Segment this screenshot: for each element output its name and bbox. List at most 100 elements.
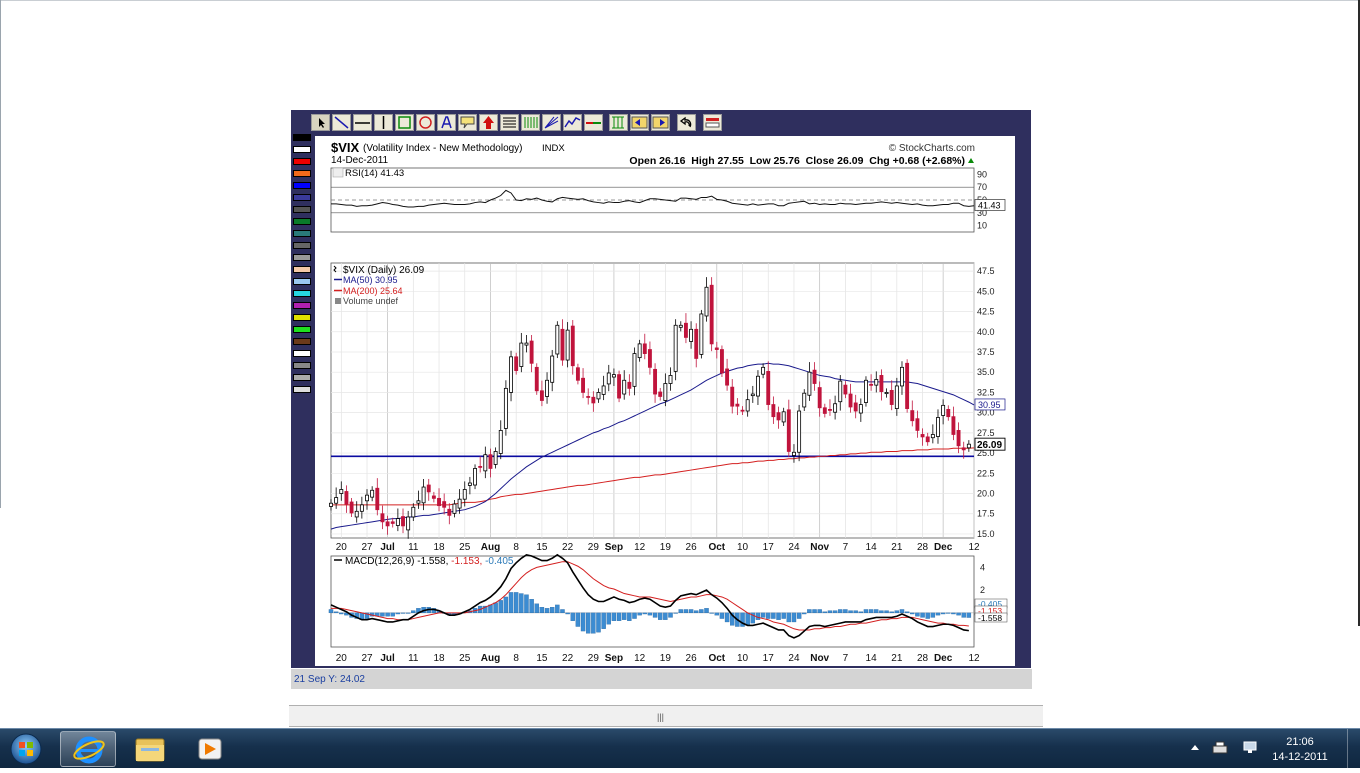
macd-histogram-bar	[858, 611, 864, 614]
macd-histogram-bar	[606, 612, 611, 625]
text-tool-button[interactable]	[437, 114, 456, 131]
palette-swatch[interactable]	[293, 254, 311, 261]
arrow-tool-button[interactable]	[479, 114, 498, 131]
palette-swatch[interactable]	[293, 302, 311, 309]
candlestick	[359, 496, 364, 519]
show-hidden-icons-icon[interactable]	[1190, 740, 1200, 756]
network-icon[interactable]	[1241, 740, 1259, 756]
system-clock[interactable]: 21:06 14-12-2011	[1268, 735, 1332, 765]
rectangle-tool-button[interactable]	[395, 114, 414, 131]
show-desktop-button[interactable]	[1347, 729, 1360, 769]
macd-histogram-bar	[580, 612, 586, 632]
palette-swatch[interactable]	[293, 338, 311, 345]
cycle-lines-button[interactable]	[521, 114, 540, 131]
palette-swatch[interactable]	[293, 314, 311, 321]
move-right-button[interactable]	[651, 114, 670, 131]
macd-line	[330, 553, 969, 639]
candlestick	[786, 399, 791, 458]
macd-histogram-bar	[714, 612, 720, 616]
move-left-button[interactable]	[630, 114, 649, 131]
candlestick	[884, 388, 889, 398]
macd-histogram-bar	[632, 612, 637, 619]
undo-button[interactable]	[677, 114, 696, 131]
macd-x-label: 14	[866, 653, 878, 664]
macd-histogram-bar	[328, 609, 334, 614]
macd-x-label: Dec	[934, 653, 953, 664]
palette-swatch[interactable]	[293, 158, 311, 165]
price-x-label: 27	[361, 542, 373, 553]
line-tool-button[interactable]	[332, 114, 351, 131]
macd-histogram-bar	[827, 610, 833, 614]
macd-histogram-bar	[848, 610, 853, 614]
candlestick	[817, 381, 822, 417]
macd-histogram-bar	[503, 596, 509, 614]
resize-grip-icon[interactable]: |||	[657, 712, 664, 722]
palette-swatch[interactable]	[293, 374, 311, 381]
candlestick	[622, 370, 627, 400]
palette-swatch[interactable]	[293, 266, 311, 273]
macd-histogram-bar	[678, 609, 683, 614]
candlestick	[792, 444, 796, 463]
start-button[interactable]	[6, 731, 46, 767]
printer-icon[interactable]	[1211, 740, 1229, 756]
macd-histogram-bar	[940, 612, 946, 615]
macd-histogram-bar	[915, 612, 920, 617]
price-line-button[interactable]	[584, 114, 603, 131]
candlestick	[833, 395, 838, 420]
candlestick	[925, 432, 930, 446]
candlestick	[647, 341, 652, 375]
palette-swatch[interactable]	[293, 134, 311, 141]
trend-channel-button[interactable]	[563, 114, 582, 131]
vertical-line-button[interactable]	[374, 114, 393, 131]
macd-histogram-bar	[884, 610, 889, 614]
macd-histogram-bar	[565, 612, 570, 615]
palette-swatch[interactable]	[293, 182, 311, 189]
palette-swatch[interactable]	[293, 326, 311, 333]
palette-swatch[interactable]	[293, 170, 311, 177]
macd-x-label: 10	[737, 653, 749, 664]
palette-swatch[interactable]	[293, 230, 311, 237]
candlestick	[699, 309, 704, 359]
palette-swatch[interactable]	[293, 362, 311, 369]
taskbar-internet-explorer[interactable]	[60, 731, 116, 767]
palette-swatch[interactable]	[293, 290, 311, 297]
palette-swatch[interactable]	[293, 242, 311, 249]
macd-histogram-bar	[925, 612, 930, 619]
candlestick	[596, 388, 601, 403]
price-tick-label: 40.0	[977, 327, 995, 337]
bracket-tool-button[interactable]	[609, 114, 628, 131]
pointer-tool-button[interactable]	[311, 114, 330, 131]
macd-x-label: 19	[660, 653, 672, 664]
zigzag-icon	[564, 117, 581, 128]
candlestick	[642, 333, 647, 360]
candlestick	[632, 347, 637, 396]
palette-swatch[interactable]	[293, 350, 311, 357]
horizontal-line-button[interactable]	[353, 114, 372, 131]
macd-histogram-bar	[385, 612, 390, 617]
palette-swatch[interactable]	[293, 278, 311, 285]
volume-legend-swatch	[335, 298, 341, 304]
clear-annotations-button[interactable]	[703, 114, 722, 131]
panel-toggle-icon[interactable]	[332, 167, 344, 178]
palette-swatch[interactable]	[293, 206, 311, 213]
candlestick	[550, 349, 555, 392]
candlestick	[365, 489, 369, 510]
ellipse-tool-button[interactable]	[416, 114, 435, 131]
fibonacci-tool-button[interactable]	[500, 114, 519, 131]
palette-swatch[interactable]	[293, 218, 311, 225]
macd-histogram-bar	[519, 593, 524, 614]
fan-tool-button[interactable]	[542, 114, 561, 131]
palette-swatch[interactable]	[293, 146, 311, 153]
palette-swatch[interactable]	[293, 386, 311, 393]
up-arrow-icon	[483, 116, 494, 129]
candlestick	[426, 478, 431, 501]
callout-tool-button[interactable]	[458, 114, 477, 131]
browser-scroll-bar[interactable]: |||	[289, 705, 1043, 727]
candlestick	[678, 321, 683, 332]
internet-explorer-icon	[73, 736, 105, 764]
macd-histogram-bar	[647, 612, 653, 616]
taskbar-media-player[interactable]	[182, 731, 238, 767]
palette-swatch[interactable]	[293, 194, 311, 201]
macd-histogram-bar	[668, 612, 673, 618]
taskbar-file-explorer[interactable]	[122, 731, 178, 767]
